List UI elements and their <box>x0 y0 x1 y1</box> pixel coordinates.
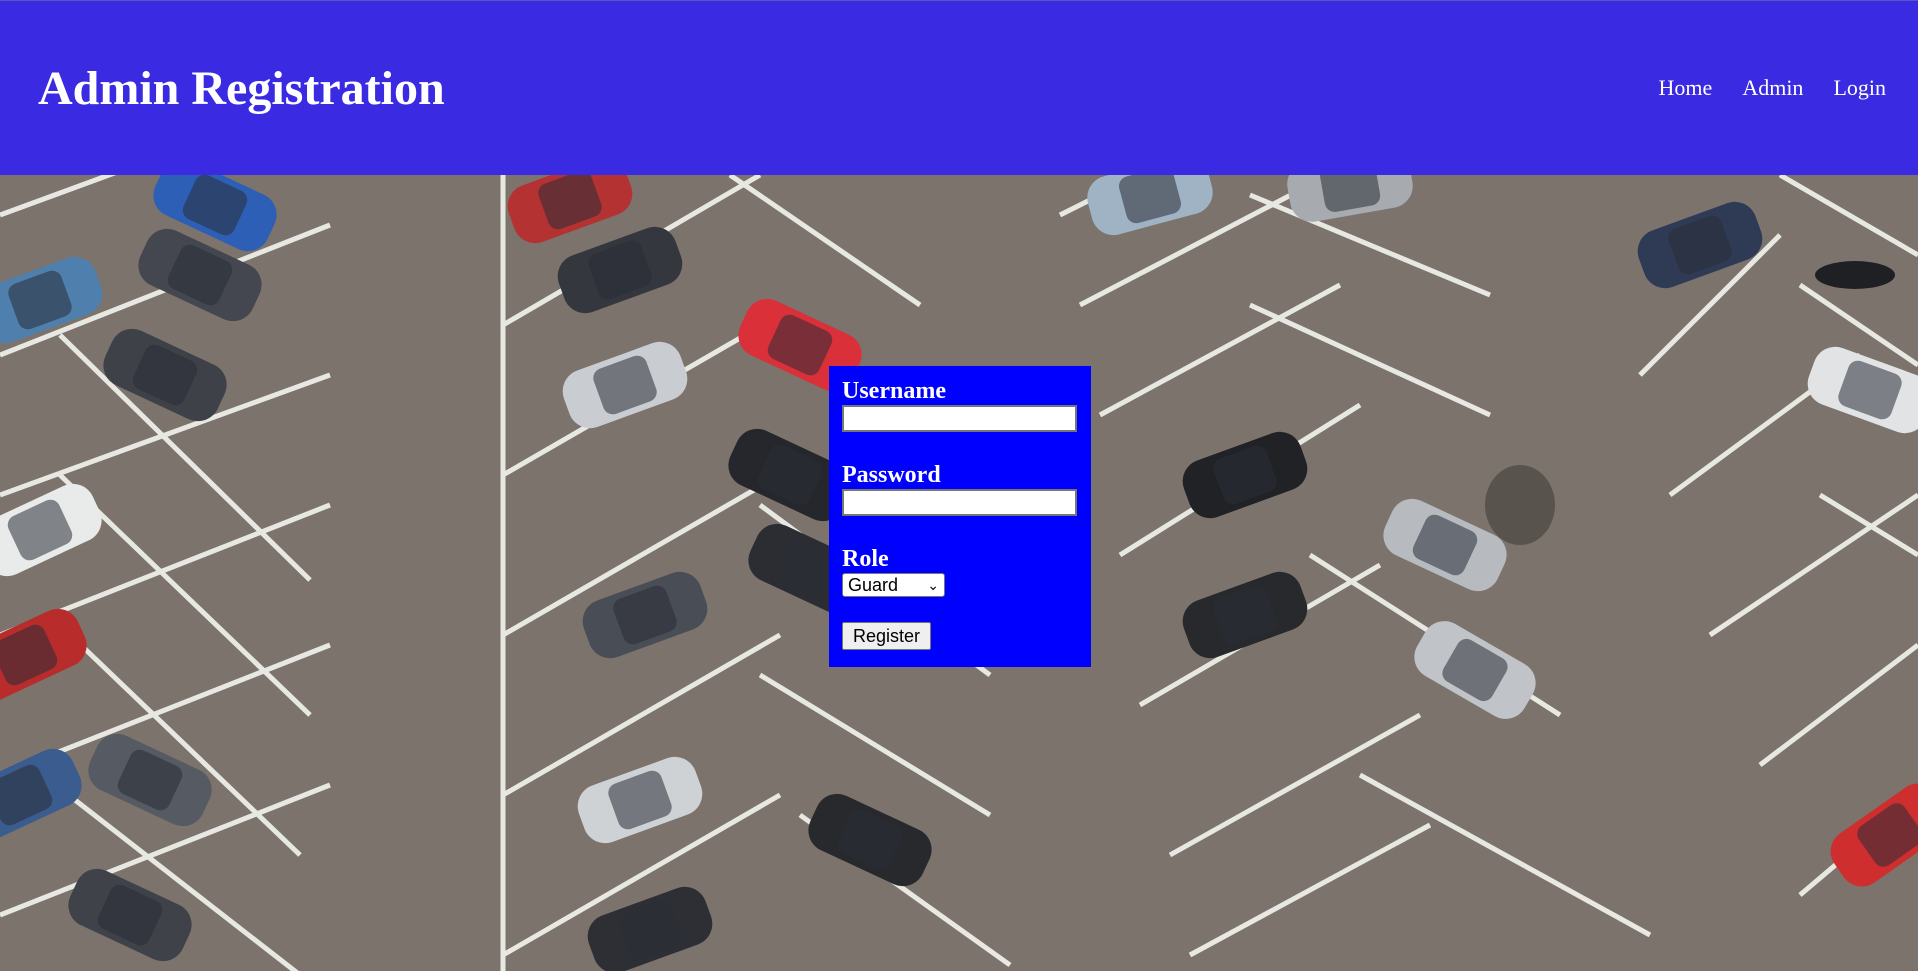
password-label: Password <box>842 462 941 488</box>
site-header: Admin Registration Home Admin Login <box>0 0 1918 175</box>
registration-form: Username Password Role Guard ⌄ Register <box>829 366 1091 667</box>
nav-home-link[interactable]: Home <box>1659 73 1713 103</box>
main-nav: Home Admin Login <box>1659 73 1886 103</box>
role-label: Role <box>842 546 889 572</box>
nav-login-link[interactable]: Login <box>1833 73 1886 103</box>
register-button[interactable]: Register <box>842 622 932 650</box>
username-label: Username <box>842 378 946 404</box>
role-selected-value: Guard <box>848 575 899 595</box>
chevron-down-icon: ⌄ <box>927 577 939 593</box>
nav-admin-link[interactable]: Admin <box>1742 73 1803 103</box>
password-input[interactable] <box>842 489 1077 516</box>
role-select[interactable]: Guard ⌄ <box>842 573 945 597</box>
username-input[interactable] <box>842 405 1077 432</box>
page-title: Admin Registration <box>38 62 445 115</box>
